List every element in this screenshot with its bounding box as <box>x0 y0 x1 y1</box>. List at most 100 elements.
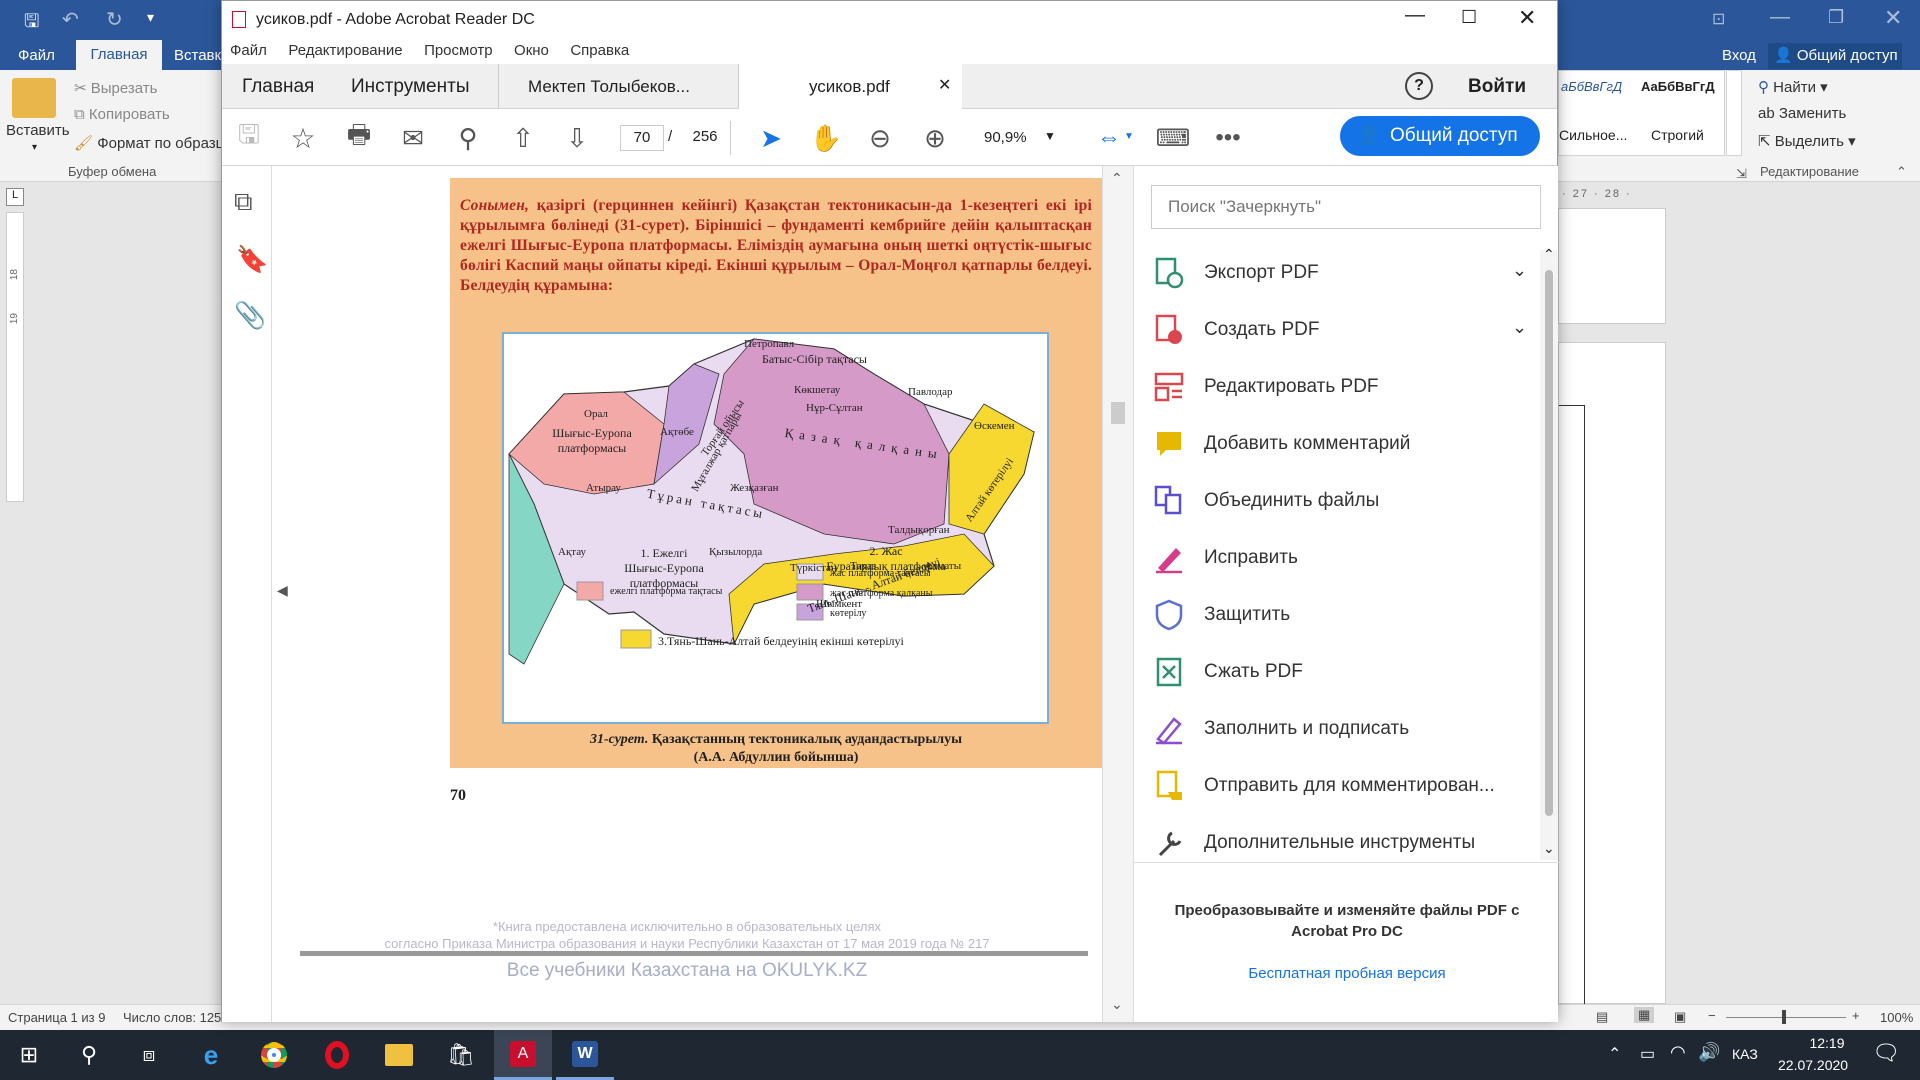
word-restore-icon[interactable]: ❐ <box>1828 7 1844 28</box>
scroll-down-icon[interactable]: ⌄ <box>1111 996 1123 1013</box>
word-task-button[interactable]: W <box>556 1030 614 1080</box>
fit-page-icon[interactable]: ⇔ <box>1090 119 1128 157</box>
start-button[interactable]: ⊞ <box>0 1030 58 1080</box>
chevron-down-icon[interactable]: ⌄ <box>1512 317 1527 338</box>
menu-edit[interactable]: Редактирование <box>288 42 402 59</box>
more-options-icon[interactable]: ••• <box>1209 119 1247 157</box>
zoom-out-icon[interactable]: ⊖ <box>861 119 899 157</box>
tool-more[interactable]: Дополнительные инструменты <box>1152 821 1532 865</box>
word-close-icon[interactable]: ✕ <box>1884 5 1902 31</box>
language-indicator[interactable]: КАЗ <box>1732 1046 1758 1062</box>
volume-icon[interactable]: 🔊 <box>1698 1042 1720 1063</box>
tools-scrollbar[interactable]: ⌃ ⌄ <box>1540 246 1558 860</box>
document-scrollbar[interactable]: ⌃ ⌄ <box>1102 166 1133 1022</box>
bookmark-icon[interactable]: 🔖 <box>236 244 268 275</box>
tray-chevron-icon[interactable]: ⌃ <box>1608 1044 1621 1064</box>
scroll-up-icon[interactable]: ⌃ <box>1111 170 1123 187</box>
notifications-icon[interactable]: 🗨 <box>1872 1040 1900 1066</box>
document-view[interactable]: ◀ ▶ Сонымен, қазіргі (герциннен кейінгі)… <box>272 166 1146 1022</box>
sign-in-button[interactable]: Войти <box>1468 76 1526 98</box>
tools-search-input[interactable] <box>1151 185 1541 229</box>
scroll-mode-icon[interactable]: ⌨ <box>1154 119 1192 157</box>
wifi-icon[interactable]: ◠ <box>1670 1042 1686 1063</box>
undo-icon[interactable]: ↶ <box>62 7 79 32</box>
zoom-in-icon[interactable]: + <box>1852 1008 1860 1023</box>
scroll-up-icon[interactable]: ⌃ <box>1543 246 1555 263</box>
word-share-button[interactable]: 👤 Общий доступ <box>1768 43 1902 69</box>
select-button[interactable]: ⇱ Выделить ▾ <box>1758 132 1856 150</box>
format-painter-button[interactable]: 🖌 Формат по образцу <box>74 134 232 152</box>
clock-date[interactable]: 22.07.2020 <box>1778 1057 1848 1073</box>
copy-button[interactable]: ⧉ Копировать <box>74 106 170 123</box>
styles-gallery[interactable]: аБбВвГгД Сильное... АаБбВвГгД Строгий <box>1558 70 1725 156</box>
word-sign-in[interactable]: Вход <box>1722 47 1756 64</box>
styles-dialog-icon[interactable]: ⇲ <box>1736 166 1747 182</box>
tools-scroll-thumb[interactable] <box>1545 270 1553 816</box>
tool-fix[interactable]: Исправить <box>1152 536 1532 580</box>
read-mode-icon[interactable]: ▤ <box>1596 1009 1608 1025</box>
tab-close-icon[interactable]: ✕ <box>938 75 951 95</box>
tool-protect[interactable]: Защитить <box>1152 593 1532 637</box>
tool-combine[interactable]: Объединить файлы <box>1152 479 1532 523</box>
tool-export-pdf[interactable]: Экспорт PDF ⌄ <box>1152 251 1532 295</box>
tab-document-1[interactable]: Мектеп Толыбеков... <box>498 64 739 109</box>
opera-button[interactable] <box>308 1030 366 1080</box>
menu-file[interactable]: Файл <box>230 42 267 59</box>
tool-edit-pdf[interactable]: Редактировать PDF <box>1152 365 1532 409</box>
tool-comment[interactable]: Добавить комментарий <box>1152 422 1532 466</box>
chevron-down-icon[interactable]: ⌄ <box>1512 260 1527 281</box>
paste-icon[interactable] <box>12 78 56 118</box>
zoom-value[interactable]: 90,9% <box>984 129 1027 146</box>
minimize-icon[interactable]: — <box>1405 4 1425 27</box>
acrobat-task-button[interactable]: A <box>494 1030 552 1080</box>
cut-button[interactable]: ✂ Вырезать <box>74 79 157 97</box>
menu-view[interactable]: Просмотр <box>424 42 493 59</box>
maximize-icon[interactable]: ☐ <box>1461 7 1477 28</box>
zoom-thumb[interactable] <box>1782 1010 1786 1024</box>
ribbon-display-icon[interactable]: ⊡ <box>1712 9 1725 29</box>
word-tab-home[interactable]: Главная <box>76 40 162 70</box>
tab-tools[interactable]: Инструменты <box>351 76 469 98</box>
paste-dropdown-icon[interactable]: ▾ <box>32 142 37 153</box>
hand-tool-icon[interactable]: ✋ <box>807 119 845 157</box>
pages-thumbnail-icon[interactable]: ⧉ <box>234 186 253 218</box>
scroll-down-icon[interactable]: ⌄ <box>1543 840 1555 857</box>
tool-create-pdf[interactable]: Создать PDF ⌄ <box>1152 308 1532 352</box>
close-icon[interactable]: ✕ <box>1518 5 1536 31</box>
zoom-out-icon[interactable]: − <box>1708 1008 1716 1023</box>
tab-home[interactable]: Главная <box>242 76 314 98</box>
zoom-level[interactable]: 100% <box>1880 1010 1913 1025</box>
find-button[interactable]: ⚲ Найти ▾ <box>1758 78 1828 96</box>
tab-document-2[interactable]: усиков.pdf ✕ <box>739 64 962 110</box>
save-icon[interactable]: 🖫 <box>230 119 268 157</box>
status-words[interactable]: Число слов: 125 <box>123 1010 221 1025</box>
tool-fill-sign[interactable]: Заполнить и подписать <box>1152 707 1532 751</box>
tool-compress[interactable]: Сжать PDF <box>1152 650 1532 694</box>
menu-help[interactable]: Справка <box>570 42 629 59</box>
redo-icon[interactable]: ↻ <box>106 7 123 32</box>
status-page[interactable]: Страница 1 из 9 <box>8 1010 105 1025</box>
print-icon[interactable]: 🖶 <box>340 119 378 157</box>
zoom-slider[interactable] <box>1726 1017 1846 1018</box>
search-button[interactable]: ⚲ <box>60 1030 118 1080</box>
free-trial-link[interactable]: Бесплатная пробная версия <box>1162 965 1532 982</box>
attachment-icon[interactable]: 📎 <box>234 300 266 331</box>
store-button[interactable]: 🛍 <box>432 1030 490 1080</box>
web-layout-icon[interactable]: ▣ <box>1674 1009 1686 1025</box>
bookmark-star-icon[interactable]: ☆ <box>284 119 322 157</box>
battery-icon[interactable]: ▭ <box>1640 1044 1655 1064</box>
chrome-button[interactable] <box>245 1030 303 1080</box>
replace-button[interactable]: ab Заменить <box>1758 105 1846 122</box>
next-page-icon[interactable]: ⇩ <box>558 119 596 157</box>
help-icon[interactable]: ? <box>1405 72 1433 100</box>
select-tool-icon[interactable]: ➤ <box>752 119 790 157</box>
print-layout-icon[interactable]: ▦ <box>1634 1007 1655 1023</box>
previous-page-icon[interactable]: ⇧ <box>504 119 542 157</box>
collapse-left-pane-icon[interactable]: ◀ <box>277 582 288 599</box>
tool-send-comment[interactable]: Отправить для комментирован... <box>1152 764 1532 808</box>
edge-button[interactable]: e <box>182 1030 240 1080</box>
styles-scroll[interactable] <box>1726 70 1742 156</box>
style-name-strict[interactable]: Строгий <box>1651 127 1704 143</box>
collapse-ribbon-icon[interactable]: ⌃ <box>1896 164 1907 180</box>
word-minimize-icon[interactable]: — <box>1770 6 1790 29</box>
